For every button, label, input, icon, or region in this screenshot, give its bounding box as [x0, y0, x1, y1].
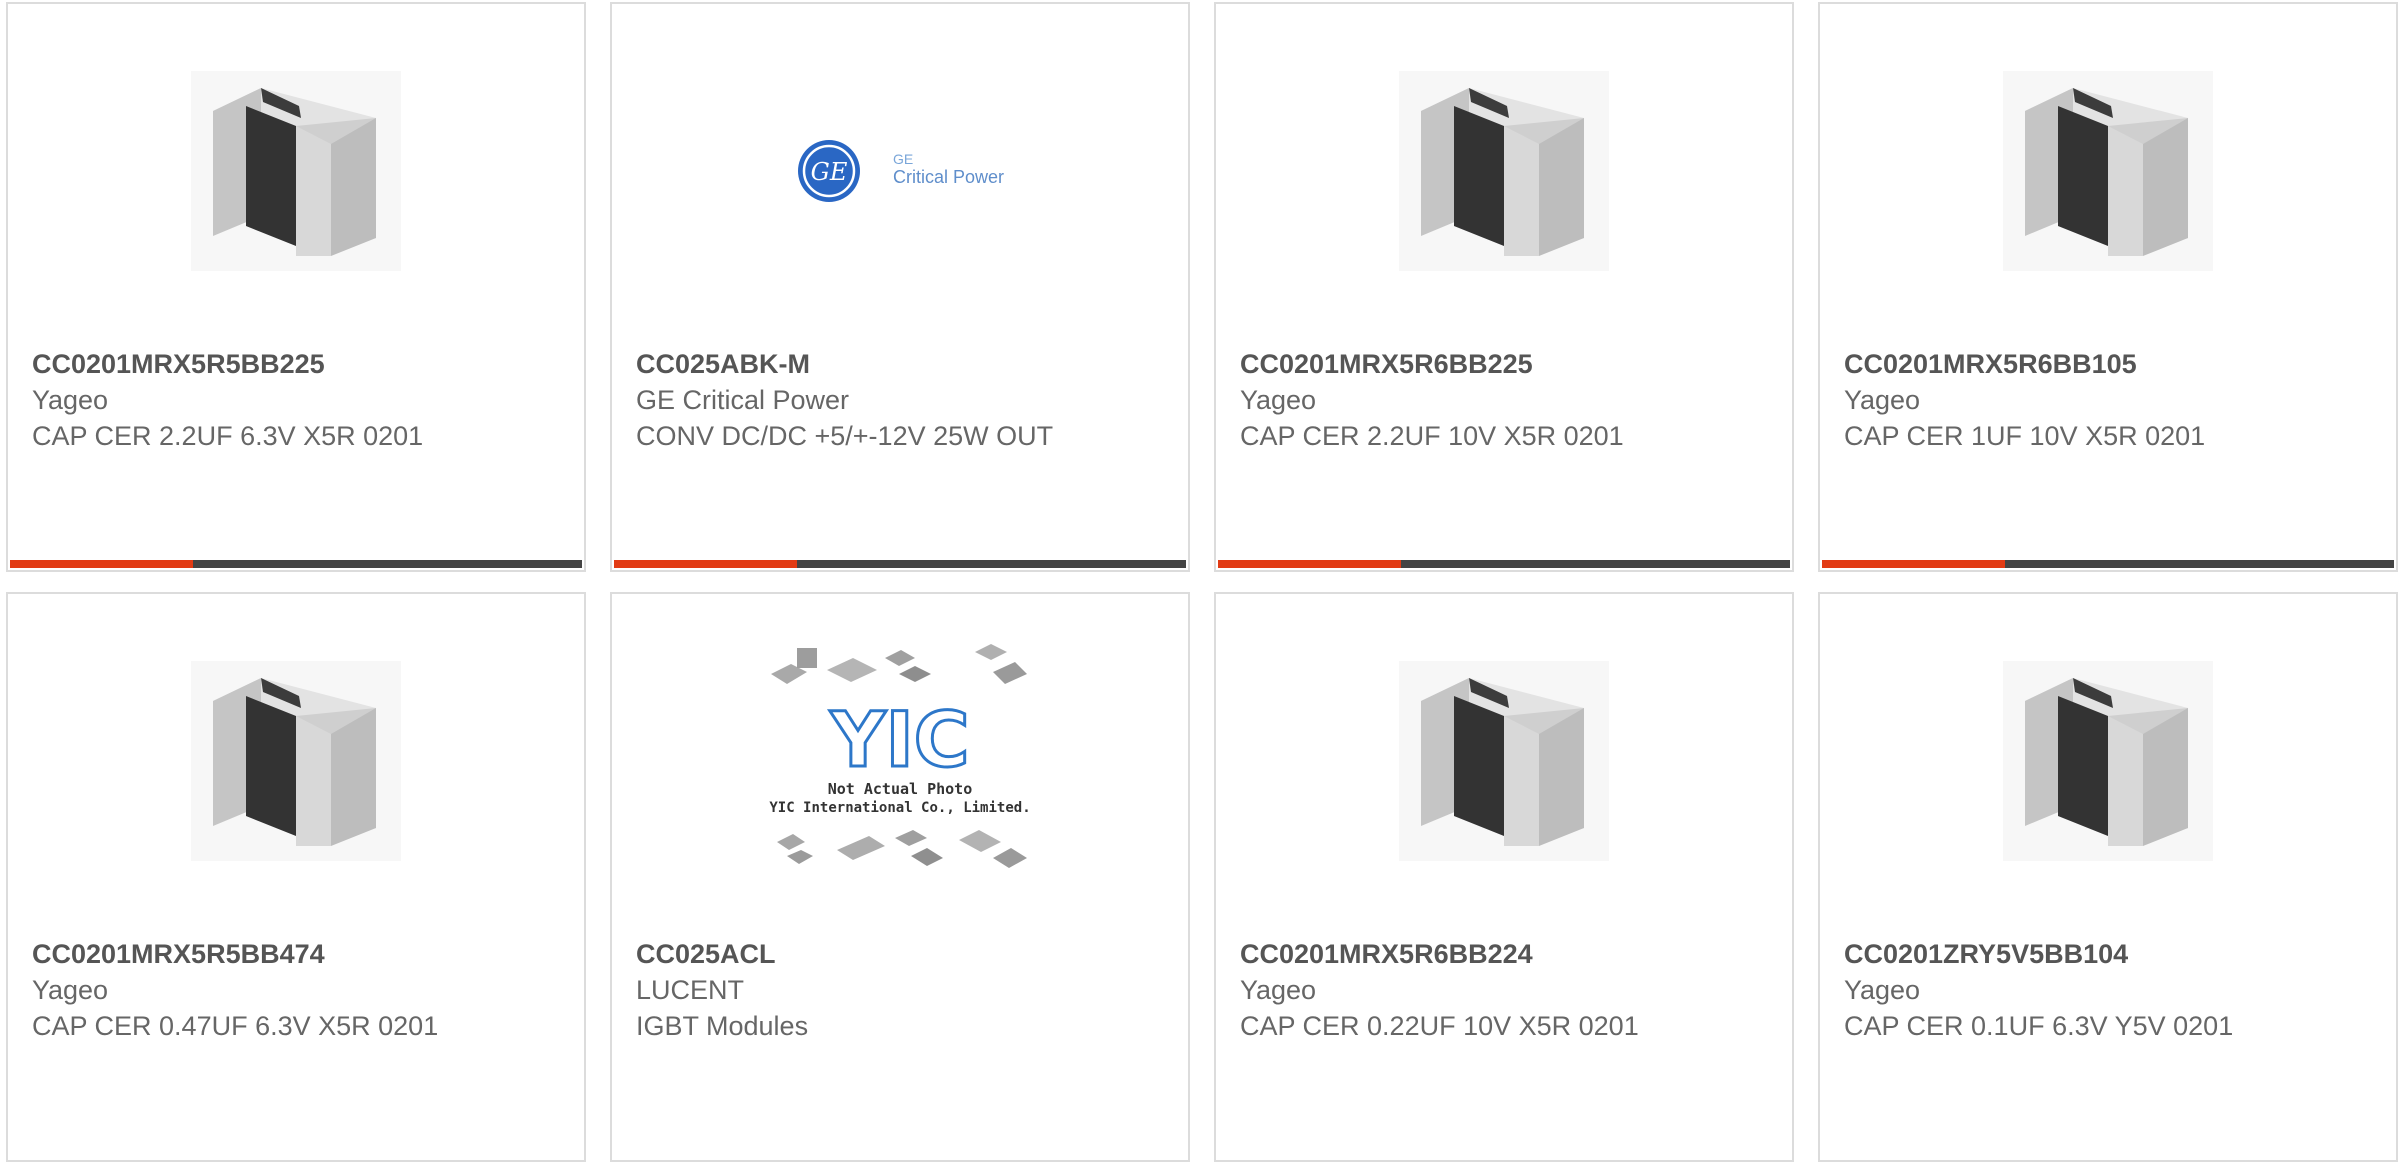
description: CAP CER 2.2UF 10V X5R 0201	[1240, 421, 1624, 451]
capacitor-chip-icon	[191, 661, 401, 861]
capacitor-chip-icon	[2003, 661, 2213, 861]
yic-logo: YIC	[829, 695, 969, 784]
manufacturer: Yageo	[1844, 975, 1921, 1005]
progress-bar	[1218, 560, 1790, 568]
product-card[interactable]: GE GE Critical Power CC025ABK-M GE Criti…	[610, 2, 1190, 572]
product-card[interactable]: CC0201MRX5R6BB105 Yageo CAP CER 1UF 10V …	[1818, 2, 2398, 572]
progress-bar	[1822, 560, 2394, 568]
description: IGBT Modules	[636, 1011, 809, 1041]
part-number[interactable]: CC0201MRX5R5BB474	[32, 936, 462, 972]
part-number[interactable]: CC0201ZRY5V5BB104	[1844, 936, 2274, 972]
placeholder-line2: YIC International Co., Limited.	[769, 800, 1030, 816]
ge-monogram: GE	[811, 158, 848, 186]
manufacturer: LUCENT	[636, 975, 745, 1005]
manufacturer: Yageo	[1240, 385, 1317, 415]
manufacturer: Yageo	[1844, 385, 1921, 415]
description: CAP CER 0.47UF 6.3V X5R 0201	[32, 1011, 439, 1041]
product-image[interactable]	[1820, 66, 2396, 276]
product-image[interactable]	[8, 66, 584, 276]
capacitor-chip-icon	[1399, 661, 1609, 861]
manufacturer: Yageo	[32, 385, 109, 415]
product-card[interactable]: YIC Not Actual Photo YIC International C…	[610, 592, 1190, 1162]
part-number[interactable]: CC0201MRX5R6BB224	[1240, 936, 1670, 972]
product-image[interactable]: YIC Not Actual Photo YIC International C…	[612, 644, 1188, 884]
product-card[interactable]: CC0201MRX5R6BB224 Yageo CAP CER 0.22UF 1…	[1214, 592, 1794, 1162]
manufacturer: Yageo	[1240, 975, 1317, 1005]
progress-bar	[614, 560, 1186, 568]
product-card[interactable]: CC0201MRX5R5BB474 Yageo CAP CER 0.47UF 6…	[6, 592, 586, 1162]
part-number[interactable]: CC0201MRX5R6BB105	[1844, 346, 2274, 382]
description: CAP CER 1UF 10V X5R 0201	[1844, 421, 2206, 451]
description: CAP CER 0.1UF 6.3V Y5V 0201	[1844, 1011, 2234, 1041]
manufacturer: GE Critical Power	[636, 385, 850, 415]
description: CAP CER 2.2UF 6.3V X5R 0201	[32, 421, 424, 451]
part-number[interactable]: CC025ACL	[636, 936, 1066, 972]
ge-logo-icon: GE GE Critical Power	[798, 140, 1004, 202]
ge-logo-line2: Critical Power	[893, 167, 1004, 187]
progress-fill	[1218, 560, 1402, 568]
yic-placeholder-icon: YIC Not Actual Photo YIC International C…	[769, 644, 1031, 868]
progress-fill	[614, 560, 798, 568]
part-number[interactable]: CC025ABK-M	[636, 346, 1066, 382]
capacitor-chip-icon	[191, 71, 401, 271]
description: CAP CER 0.22UF 10V X5R 0201	[1240, 1011, 1639, 1041]
part-number[interactable]: CC0201MRX5R5BB225	[32, 346, 462, 382]
part-number[interactable]: CC0201MRX5R6BB225	[1240, 346, 1670, 382]
capacitor-chip-icon	[1399, 71, 1609, 271]
progress-fill	[1822, 560, 2006, 568]
product-card[interactable]: CC0201ZRY5V5BB104 Yageo CAP CER 0.1UF 6.…	[1818, 592, 2398, 1162]
placeholder-line1: Not Actual Photo	[828, 780, 973, 798]
progress-bar	[10, 560, 582, 568]
capacitor-chip-icon	[2003, 71, 2213, 271]
product-image[interactable]	[8, 656, 584, 866]
product-card[interactable]: CC0201MRX5R6BB225 Yageo CAP CER 2.2UF 10…	[1214, 2, 1794, 572]
manufacturer: Yageo	[32, 975, 109, 1005]
product-image[interactable]	[1216, 66, 1792, 276]
product-image[interactable]	[1820, 656, 2396, 866]
description: CONV DC/DC +5/+-12V 25W OUT	[636, 421, 1054, 451]
ge-logo-line1: GE	[893, 151, 913, 167]
progress-fill	[10, 560, 194, 568]
product-image[interactable]	[1216, 656, 1792, 866]
product-grid: CC0201MRX5R5BB225 Yageo CAP CER 2.2UF 6.…	[0, 0, 2400, 1162]
product-card[interactable]: CC0201MRX5R5BB225 Yageo CAP CER 2.2UF 6.…	[6, 2, 586, 572]
product-image[interactable]: GE GE Critical Power	[612, 66, 1188, 276]
